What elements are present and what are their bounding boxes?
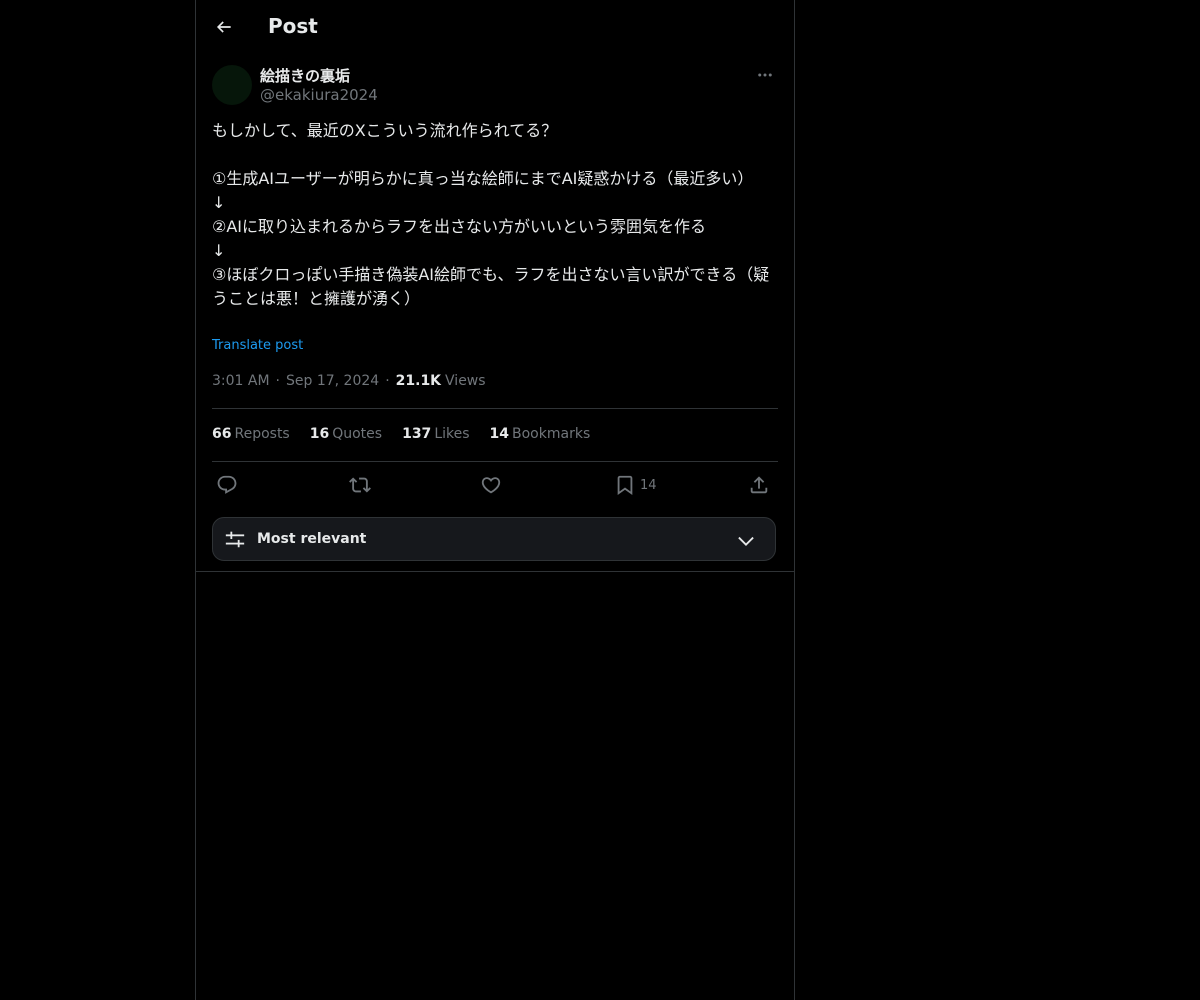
reply-icon (216, 474, 238, 496)
heart-icon (480, 474, 502, 496)
divider (212, 408, 778, 409)
sort-selected-label: Most relevant (257, 531, 367, 547)
likes-label: Likes (434, 426, 470, 442)
quotes-count: 16 (309, 426, 330, 442)
post-date[interactable]: Sep 17, 2024 (286, 373, 379, 389)
author-display-name[interactable]: 絵描きの裏垢 (260, 65, 350, 86)
bookmark-button[interactable]: 14 (614, 472, 657, 498)
page-title: Post (268, 14, 318, 38)
views-count: 21.1K (395, 373, 442, 389)
repost-button[interactable] (349, 472, 371, 498)
post-detail-column: Post 絵描きの裏垢 @ekakiura2024 もしかして、最近のXこういう… (195, 0, 795, 1000)
top-bar: Post (196, 0, 794, 55)
bookmark-icon (614, 474, 636, 496)
bookmarks-stat[interactable]: 14 Bookmarks (490, 426, 591, 442)
views-label: Views (445, 373, 486, 389)
reply-sort-dropdown[interactable]: Most relevant (212, 517, 776, 561)
meta-separator: · (385, 373, 390, 389)
more-horizontal-icon (756, 66, 774, 84)
bookmark-count: 14 (640, 477, 657, 493)
post-time[interactable]: 3:01 AM (212, 373, 270, 389)
share-icon (748, 474, 770, 496)
author-handle[interactable]: @ekakiura2024 (260, 86, 378, 104)
avatar[interactable] (212, 65, 252, 105)
post-author: 絵描きの裏垢 @ekakiura2024 (212, 64, 778, 108)
divider (196, 571, 794, 572)
back-button[interactable] (212, 15, 236, 39)
bookmarks-label: Bookmarks (512, 426, 591, 442)
post-text: もしかして、最近のXこういう流れ作られてる？ ①生成AIユーザーが明らかに真っ当… (212, 121, 770, 308)
post-stats: 66 Reposts 16 Quotes 137 Likes 14 Bookmarks (212, 426, 610, 442)
share-button[interactable] (748, 472, 770, 498)
reposts-count: 66 (212, 426, 232, 442)
quotes-stat[interactable]: 16 Quotes (310, 426, 382, 442)
meta-separator: · (275, 373, 280, 389)
post-meta: 3:01 AM · Sep 17, 2024 · 21.1K Views (212, 373, 486, 389)
like-button[interactable] (480, 472, 502, 498)
quotes-label: Quotes (332, 426, 383, 442)
translate-post-link[interactable]: Translate post (212, 338, 303, 353)
reposts-stat[interactable]: 66 Reposts (212, 426, 290, 442)
likes-count: 137 (402, 426, 432, 442)
reply-button[interactable] (216, 472, 238, 498)
sliders-icon (224, 528, 246, 550)
repost-icon (349, 474, 371, 496)
chevron-down-icon (735, 530, 757, 552)
divider (212, 461, 778, 462)
bookmarks-count: 14 (489, 426, 510, 442)
likes-stat[interactable]: 137 Likes (402, 426, 469, 442)
reposts-label: Reposts (234, 426, 290, 442)
more-options-button[interactable] (754, 64, 776, 86)
arrow-left-icon (214, 17, 234, 37)
post-actions: 14 (212, 472, 778, 498)
